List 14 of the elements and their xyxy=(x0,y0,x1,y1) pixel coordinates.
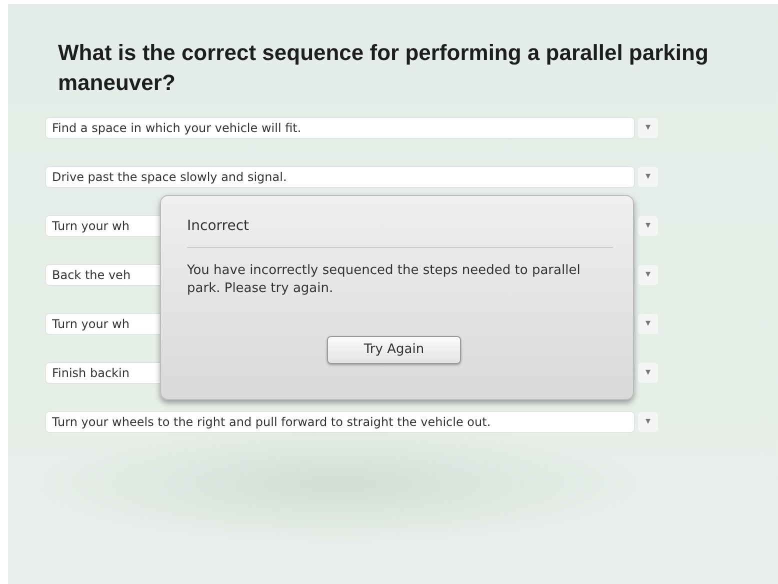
dropdown-arrow-button[interactable]: ▾ xyxy=(638,216,658,236)
dropdown-arrow-button[interactable]: ▾ xyxy=(638,167,658,187)
dropdown-arrow-button[interactable]: ▾ xyxy=(638,314,658,334)
question-title: What is the correct sequence for performing a parallel parking maneuver? xyxy=(58,39,710,97)
dialog-title: Incorrect xyxy=(187,216,613,248)
dialog-message: You have incorrectly sequenced the steps needed to parallel park. Please try again. xyxy=(187,262,582,298)
step-dropdown[interactable]: Drive past the space slowly and signal. xyxy=(46,167,634,187)
try-again-button[interactable]: Try Again xyxy=(327,336,461,364)
dropdown-arrow-button[interactable]: ▾ xyxy=(638,118,658,138)
dropdown-arrow-button[interactable]: ▾ xyxy=(638,412,658,432)
dropdown-arrow-button[interactable]: ▾ xyxy=(638,265,658,285)
step-dropdown[interactable]: Find a space in which your vehicle will fit. xyxy=(46,118,634,138)
dropdown-arrow-button[interactable]: ▾ xyxy=(638,363,658,383)
step-dropdown[interactable]: Turn your wheels to the right and pull forward to straight the vehicle out. xyxy=(46,412,634,432)
